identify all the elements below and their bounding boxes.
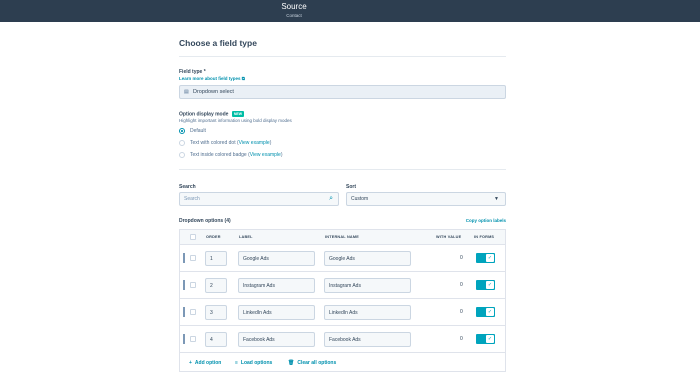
table-row: 2 Instagram Ads Instagram Ads 0 ✓ — [180, 272, 505, 299]
with-value-count: 0 — [460, 336, 463, 342]
learn-more-text[interactable]: Learn more about field types — [179, 76, 241, 81]
new-badge: NEW — [231, 111, 245, 117]
internal-name-input[interactable]: LinkedIn Ads — [324, 305, 411, 320]
radio-unselected-icon[interactable] — [179, 140, 185, 146]
radio-default[interactable]: Default — [179, 128, 206, 134]
search-placeholder: Search — [184, 196, 200, 202]
label-input[interactable]: LinkedIn Ads — [238, 305, 315, 320]
order-input[interactable]: 3 — [205, 305, 227, 320]
internal-name-input[interactable]: Facebook Ads — [324, 332, 411, 347]
field-type-label: Field type * — [179, 69, 206, 75]
learn-more-link[interactable]: Learn more about field types ⧉ — [179, 76, 245, 81]
order-input[interactable]: 4 — [205, 332, 227, 347]
search-label: Search — [179, 184, 196, 190]
label-input[interactable]: Google Ads — [238, 251, 315, 266]
internal-name-input[interactable]: Google Ads — [324, 251, 411, 266]
copy-option-labels-link[interactable]: Copy option labels — [466, 218, 506, 223]
internal-name-input[interactable]: Instagram Ads — [324, 278, 411, 293]
radio-colored-dot[interactable]: Text with colored dot (View example) — [179, 140, 271, 146]
load-options-button[interactable]: ≡ Load options — [235, 360, 272, 366]
column-with-value: WITH VALUE — [436, 235, 462, 239]
external-link-icon: ⧉ — [241, 76, 245, 81]
search-input[interactable]: Search ⌕ — [179, 192, 339, 206]
column-order: ORDER — [206, 235, 221, 239]
trash-icon: 🗑 — [288, 360, 295, 366]
radio-colored-dot-label: Text with colored dot — [190, 140, 236, 146]
clear-all-options-button[interactable]: 🗑 Clear all options — [288, 360, 336, 366]
label-input[interactable]: Facebook Ads — [238, 332, 315, 347]
column-in-forms: IN FORMS — [474, 235, 495, 239]
clear-all-options-label: Clear all options — [297, 360, 337, 366]
list-icon: ≡ — [235, 360, 238, 366]
with-value-count: 0 — [460, 309, 463, 315]
sort-select[interactable]: Custom ▼ — [346, 192, 506, 206]
order-input[interactable]: 1 — [205, 251, 227, 266]
view-example-link[interactable]: View example — [239, 140, 270, 146]
caret-down-icon: ▼ — [494, 196, 499, 202]
check-icon: ✓ — [486, 335, 494, 343]
divider — [179, 56, 506, 57]
radio-colored-badge[interactable]: Text inside colored badge (View example) — [179, 152, 283, 158]
dropdown-type-icon: ▤ — [184, 89, 189, 95]
radio-colored-badge-label: Text inside colored badge — [190, 152, 247, 158]
field-type-panel: Choose a field type Field type * Learn m… — [179, 38, 506, 224]
sort-value: Custom — [351, 196, 369, 202]
field-type-value: Dropdown select — [193, 89, 234, 95]
display-mode-description: Highlight important information using bo… — [179, 118, 292, 123]
field-type-select[interactable]: ▤ Dropdown select — [179, 85, 506, 99]
row-checkbox[interactable] — [190, 282, 196, 288]
label-input[interactable]: Instagram Ads — [238, 278, 315, 293]
drag-handle-icon[interactable] — [183, 334, 185, 344]
drag-handle-icon[interactable] — [183, 253, 185, 263]
with-value-count: 0 — [460, 255, 463, 261]
page-title: Source — [281, 2, 307, 11]
add-option-button[interactable]: + Add option — [189, 360, 221, 366]
sort-label: Sort — [346, 184, 356, 190]
table-row: 3 LinkedIn Ads LinkedIn Ads 0 ✓ — [180, 299, 505, 326]
radio-unselected-icon[interactable] — [179, 152, 185, 158]
in-forms-toggle[interactable]: ✓ — [476, 280, 495, 290]
plus-icon: + — [189, 360, 192, 366]
check-icon: ✓ — [486, 254, 494, 262]
display-mode-label: Option display mode NEW — [179, 111, 245, 118]
select-all-checkbox[interactable] — [190, 234, 196, 240]
check-icon: ✓ — [486, 308, 494, 316]
divider — [179, 169, 506, 170]
load-options-label: Load options — [240, 360, 273, 366]
row-checkbox[interactable] — [190, 309, 196, 315]
top-bar: Source Contact — [0, 0, 700, 22]
table-row: 1 Google Ads Google Ads 0 ✓ — [180, 245, 505, 272]
in-forms-toggle[interactable]: ✓ — [476, 307, 495, 317]
check-icon: ✓ — [486, 281, 494, 289]
table-row: 4 Facebook Ads Facebook Ads 0 ✓ — [180, 326, 505, 353]
drag-handle-icon[interactable] — [183, 307, 185, 317]
search-icon[interactable]: ⌕ — [329, 195, 333, 203]
display-mode-text: Option display mode — [179, 111, 229, 118]
column-internal-name: INTERNAL NAME — [325, 235, 359, 239]
row-checkbox[interactable] — [190, 336, 196, 342]
radio-default-label: Default — [190, 128, 206, 134]
dropdown-options-heading: Dropdown options (4) — [179, 218, 231, 224]
section-heading: Choose a field type — [179, 38, 257, 48]
row-checkbox[interactable] — [190, 255, 196, 261]
order-input[interactable]: 2 — [205, 278, 227, 293]
radio-selected-icon[interactable] — [179, 128, 185, 134]
table-header: ORDER LABEL INTERNAL NAME WITH VALUE IN … — [180, 230, 505, 245]
page-subtitle: Contact — [286, 13, 302, 18]
dropdown-options-table: ORDER LABEL INTERNAL NAME WITH VALUE IN … — [179, 229, 506, 372]
drag-handle-icon[interactable] — [183, 280, 185, 290]
view-example-link[interactable]: View example — [250, 152, 281, 158]
in-forms-toggle[interactable]: ✓ — [476, 334, 495, 344]
add-option-label: Add option — [194, 360, 222, 366]
with-value-count: 0 — [460, 282, 463, 288]
column-label: LABEL — [239, 235, 253, 239]
in-forms-toggle[interactable]: ✓ — [476, 253, 495, 263]
